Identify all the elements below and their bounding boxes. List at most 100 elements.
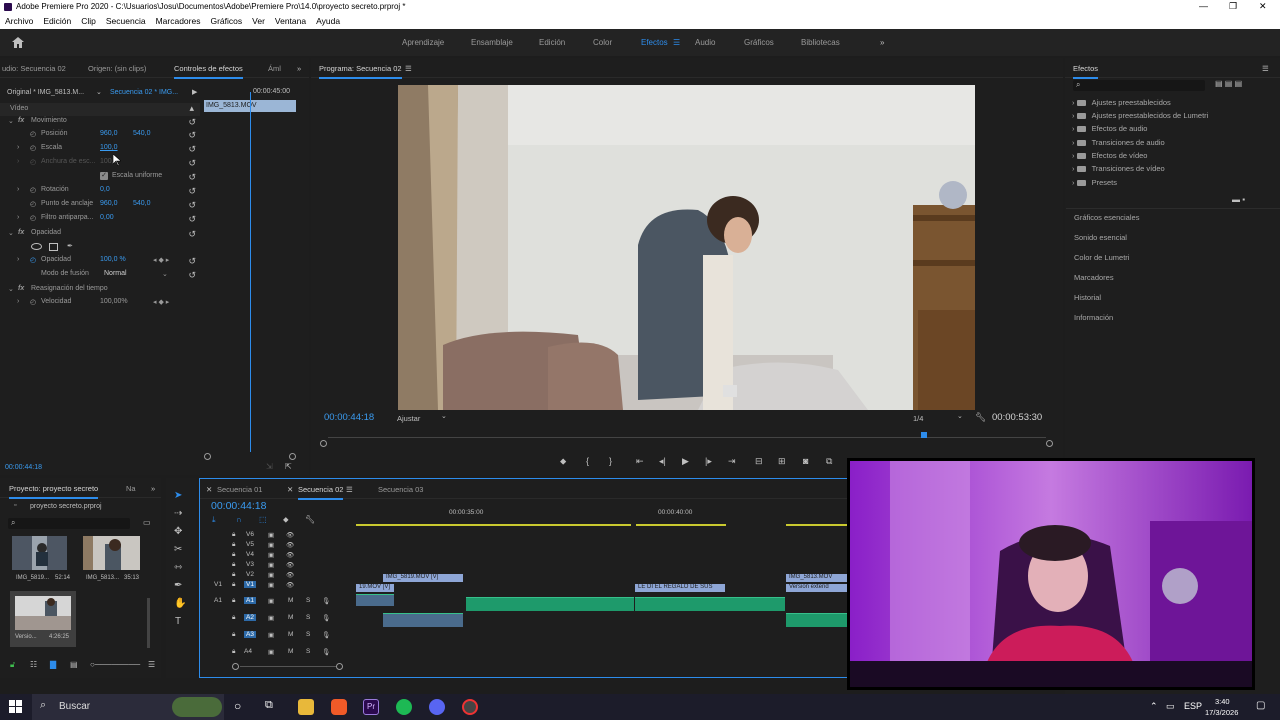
- lock-icon[interactable]: 🔒︎: [232, 561, 235, 569]
- project-search-input[interactable]: ⌕: [8, 518, 130, 529]
- reset-icon[interactable]: ↺: [188, 200, 196, 211]
- reset-icon[interactable]: ↺: [188, 229, 196, 240]
- lock-icon[interactable]: 🔒︎: [232, 571, 235, 579]
- effects-folder-custom-presets[interactable]: › Presets: [1072, 178, 1117, 187]
- more-tabs-icon[interactable]: »: [297, 64, 301, 73]
- eye-icon[interactable]: 👁︎: [286, 531, 294, 539]
- stopwatch-icon[interactable]: ◴: [30, 144, 36, 152]
- tab-secuencia-02[interactable]: Secuencia 02: [298, 485, 344, 500]
- pen-tool-icon[interactable]: ✒: [174, 580, 182, 591]
- lock-icon[interactable]: 🔓︎: [10, 660, 15, 670]
- sync-icon[interactable]: ▣: [268, 648, 274, 656]
- menu-graficos[interactable]: Gráficos: [210, 16, 242, 29]
- linked-selection-icon[interactable]: ⬚: [259, 515, 267, 524]
- reset-icon[interactable]: ↺: [188, 172, 196, 183]
- tab-source[interactable]: Origen: (sin clips): [88, 64, 146, 73]
- ripple-edit-tool-icon[interactable]: ✥: [174, 526, 182, 537]
- master-clip-selector[interactable]: Original * IMG_5813.M...: [7, 89, 84, 96]
- eye-icon[interactable]: 👁︎: [286, 581, 294, 589]
- panel-menu-icon[interactable]: ☰: [346, 485, 353, 494]
- effects-folder-presets[interactable]: › Ajustes preestablecidos: [1072, 98, 1171, 107]
- mute-button[interactable]: M: [288, 597, 293, 604]
- premiere-pro-icon[interactable]: Pr: [363, 699, 379, 715]
- solo-button[interactable]: S: [306, 597, 310, 604]
- speed-value[interactable]: 100,00%: [100, 298, 128, 305]
- windows-start-icon[interactable]: [9, 700, 22, 713]
- anchor-x-value[interactable]: 960,0: [100, 200, 118, 207]
- icon-view-icon[interactable]: ▇: [50, 660, 56, 669]
- keyframe-nav-icon[interactable]: ◂ ◆ ▸: [153, 256, 169, 264]
- reset-icon[interactable]: ↺: [188, 144, 196, 155]
- list-view-icon[interactable]: ☷: [30, 660, 37, 669]
- go-to-in-icon[interactable]: ⇤: [636, 456, 644, 467]
- sync-icon[interactable]: ▣: [268, 597, 274, 605]
- close-icon[interactable]: ✕: [1259, 1, 1267, 12]
- step-back-icon[interactable]: ◂|: [659, 456, 666, 467]
- ws-bibliotecas[interactable]: Bibliotecas: [801, 38, 840, 47]
- file-explorer-icon[interactable]: [298, 699, 314, 715]
- reset-icon[interactable]: ↺: [188, 270, 196, 281]
- lock-icon[interactable]: 🔒︎: [232, 541, 235, 549]
- cortana-icon[interactable]: ○: [234, 699, 241, 713]
- notifications-icon[interactable]: ▢: [1256, 700, 1265, 711]
- track-header-a3[interactable]: A3 🔒︎ ▣ M S 🎙︎: [200, 631, 356, 646]
- menu-marcadores[interactable]: Marcadores: [156, 16, 201, 29]
- rotation-value[interactable]: 0,0: [100, 186, 110, 193]
- track-header-a2[interactable]: A2 🔒︎ ▣ M S 🎙︎: [200, 614, 356, 629]
- taskbar-search-box[interactable]: ⌕ Buscar: [32, 694, 224, 720]
- eye-icon[interactable]: 👁︎: [286, 551, 294, 559]
- sync-icon[interactable]: ▣: [268, 581, 274, 589]
- play-icon[interactable]: ▶: [682, 456, 689, 467]
- track-select-tool-icon[interactable]: ⇢: [174, 508, 182, 519]
- timeline-ruler[interactable]: 00:00:35:00 00:00:40:00: [356, 503, 852, 527]
- time-remap-row[interactable]: ⌄ fx Reasignación del tiempo: [0, 285, 200, 298]
- panel-essential-graphics[interactable]: Gráficos esenciales: [1074, 213, 1139, 222]
- work-area-bar[interactable]: [356, 524, 631, 526]
- ws-audio[interactable]: Audio: [695, 38, 715, 47]
- brave-browser-icon[interactable]: [331, 699, 347, 715]
- track-header-a4[interactable]: A4 🔒︎ ▣ M S 🎙︎: [200, 648, 356, 658]
- tray-chevron-up-icon[interactable]: ⌃: [1150, 701, 1158, 712]
- sort-icon[interactable]: ☰: [148, 660, 155, 669]
- program-timecode[interactable]: 00:00:44:18: [324, 412, 374, 423]
- clock-date[interactable]: 17/3/2026: [1205, 708, 1238, 717]
- chevron-down-icon[interactable]: ⌄: [957, 412, 963, 420]
- tab-audio-mixer[interactable]: udio: Secuencia 02: [2, 64, 66, 73]
- menu-ayuda[interactable]: Ayuda: [316, 16, 340, 29]
- mute-button[interactable]: M: [288, 631, 293, 638]
- audio-clip[interactable]: [786, 613, 852, 627]
- stopwatch-icon[interactable]: ◴: [30, 186, 36, 194]
- solo-button[interactable]: S: [306, 631, 310, 638]
- track-header-v1[interactable]: V1 V1 🔒︎ ▣ 👁︎: [200, 581, 356, 592]
- lock-icon[interactable]: 🔒︎: [232, 614, 235, 622]
- panel-info[interactable]: Información: [1074, 313, 1113, 322]
- eye-icon[interactable]: 👁︎: [286, 561, 294, 569]
- go-to-out-icon[interactable]: ⇥: [728, 456, 736, 467]
- ws-ensamblaje[interactable]: Ensamblaje: [471, 38, 513, 47]
- microphone-icon[interactable]: 🎙︎: [322, 631, 330, 639]
- slip-tool-icon[interactable]: ⇿: [174, 562, 182, 573]
- extract-icon[interactable]: ⊞: [778, 456, 786, 467]
- menu-ver[interactable]: Ver: [252, 16, 265, 29]
- lock-icon[interactable]: 🔒︎: [232, 631, 235, 639]
- type-tool-icon[interactable]: T: [175, 616, 181, 627]
- menu-secuencia[interactable]: Secuencia: [106, 16, 146, 29]
- menu-clip[interactable]: Clip: [81, 16, 96, 29]
- stopwatch-icon[interactable]: ◴: [30, 256, 36, 264]
- scroll-up-icon[interactable]: ▴: [189, 103, 194, 114]
- lift-icon[interactable]: ⊟: [755, 456, 763, 467]
- anchor-y-value[interactable]: 540,0: [133, 200, 151, 207]
- add-marker-icon[interactable]: ⬥: [283, 515, 289, 525]
- position-y-value[interactable]: 540,0: [133, 130, 151, 137]
- reset-icon[interactable]: ↺: [188, 186, 196, 197]
- new-bin-icon[interactable]: ▬ ▪: [1232, 195, 1245, 204]
- close-icon[interactable]: ✕: [206, 485, 212, 494]
- eye-icon[interactable]: 👁︎: [286, 541, 294, 549]
- mute-button[interactable]: M: [288, 614, 293, 621]
- mini-playhead[interactable]: [250, 92, 251, 452]
- video-clip[interactable]: LE DI EL REGALO DE SUS: [635, 584, 725, 592]
- snap-icon[interactable]: ∩: [236, 515, 242, 524]
- video-frame[interactable]: [398, 85, 975, 410]
- motion-row[interactable]: ⌄ fx Movimiento ↺: [0, 117, 200, 130]
- freeform-view-icon[interactable]: ▤: [70, 660, 78, 669]
